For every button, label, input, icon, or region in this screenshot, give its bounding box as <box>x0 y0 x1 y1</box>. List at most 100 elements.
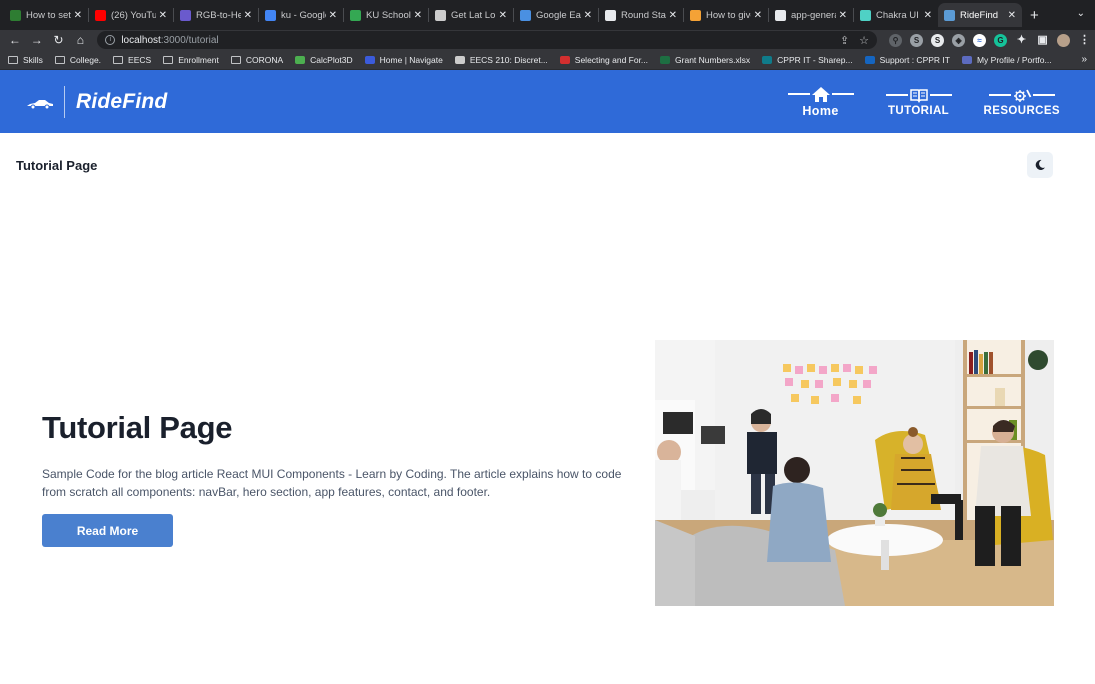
extension-wave-icon[interactable]: ≈ <box>973 33 987 47</box>
app-header: RideFind Home TUTORIAL RESOURCES <box>0 70 1095 133</box>
extension-grammarly-icon[interactable]: G <box>994 33 1008 47</box>
tab-close-icon[interactable]: ✕ <box>159 10 167 21</box>
main-nav: Home TUTORIAL RESOURCES <box>787 85 1060 118</box>
nav-resources[interactable]: RESOURCES <box>984 86 1060 117</box>
bookmark-item[interactable]: My Profile / Portfo... <box>961 54 1052 65</box>
bookmark-favicon-icon <box>454 55 465 64</box>
bookmark-item[interactable]: EECS 210: Discret... <box>454 55 548 65</box>
browser-tab[interactable]: Chakra UI | ✕ <box>854 3 938 27</box>
bookmark-item[interactable]: Support : CPPR IT <box>864 55 950 65</box>
tab-close-icon[interactable]: ✕ <box>244 10 252 21</box>
folder-icon <box>8 55 18 64</box>
tab-close-icon[interactable]: ✕ <box>329 10 337 21</box>
tab-label: Chakra UI | <box>876 9 921 21</box>
tab-favicon-icon <box>944 9 955 21</box>
bookmark-star-icon[interactable]: ☆ <box>859 34 869 47</box>
extension-icons: ⚲ S S ◈ ≈ G ✦ ▣ ⋮ <box>889 33 1091 47</box>
folder-icon <box>54 55 65 64</box>
tab-label: RGB-to-Hex <box>196 9 241 21</box>
bookmark-item[interactable]: Enrollment <box>163 55 219 65</box>
browser-tab[interactable]: How to set ✕ <box>4 3 88 27</box>
site-info-icon[interactable]: i <box>105 35 116 45</box>
browser-tab[interactable]: app-generator✕ <box>769 3 853 27</box>
profile-avatar[interactable] <box>1057 33 1071 47</box>
home-browser-icon[interactable]: ⌂ <box>69 33 91 47</box>
nav-tutorial[interactable]: TUTORIAL <box>885 86 952 117</box>
bookmark-favicon-icon <box>762 55 773 64</box>
tab-label: Round Stack <box>621 9 666 21</box>
hero-title: Tutorial Page <box>42 410 233 445</box>
bookmark-item[interactable]: CalcPlot3D <box>295 55 353 65</box>
browser-tab[interactable]: How to give✕ <box>684 3 768 27</box>
page-bar: Tutorial Page <box>0 133 1095 197</box>
extensions-puzzle-icon[interactable]: ✦ <box>1015 34 1028 47</box>
tab-close-icon[interactable]: ✕ <box>839 10 847 21</box>
forward-icon[interactable]: → <box>26 33 48 47</box>
tab-close-icon[interactable]: ✕ <box>754 10 762 21</box>
bookmark-label: CPPR IT - Sharep... <box>777 54 853 65</box>
browser-tab[interactable]: (26) YouTube✕ <box>89 3 173 27</box>
nav-home[interactable]: Home <box>787 85 854 118</box>
browser-tab[interactable]: Round Stack✕ <box>599 3 683 27</box>
tab-close-icon[interactable]: ✕ <box>74 10 82 21</box>
share-icon[interactable]: ⇪ <box>840 34 849 47</box>
browser-tab[interactable]: KU School ✕ <box>344 3 428 27</box>
nav-line <box>831 93 854 95</box>
tab-close-icon[interactable]: ✕ <box>414 10 422 21</box>
tab-favicon-icon <box>350 9 361 21</box>
nav-line <box>787 93 810 95</box>
tab-close-icon[interactable]: ✕ <box>1008 10 1016 21</box>
tab-close-icon[interactable]: ✕ <box>499 10 507 21</box>
bookmark-label: Selecting and For... <box>574 54 649 65</box>
tab-favicon-icon <box>520 9 531 21</box>
browser-tab[interactable]: Google Earth✕ <box>514 3 598 27</box>
extension-s-icon[interactable]: S <box>910 33 924 47</box>
hero-section: Tutorial Page Sample Code for the blog a… <box>0 340 1095 606</box>
tab-favicon-icon <box>265 9 276 21</box>
browser-tab[interactable]: ku - Google ✕ <box>259 3 343 27</box>
tab-favicon-icon <box>435 9 446 21</box>
hero-description: Sample Code for the blog article React M… <box>42 467 622 499</box>
bookmark-item[interactable]: Grant Numbers.xlsx <box>660 55 750 65</box>
tab-close-icon[interactable]: ✕ <box>669 10 677 21</box>
bookmark-item[interactable]: CORONA <box>230 55 283 65</box>
reload-icon[interactable]: ↻ <box>48 33 70 47</box>
tab-close-icon[interactable]: ✕ <box>584 10 592 21</box>
url-path: :3000/tutorial <box>160 34 219 46</box>
tab-label: KU School <box>366 9 411 21</box>
tab-label: RideFind <box>960 9 999 21</box>
bookmark-item[interactable]: CPPR IT - Sharep... <box>762 54 853 65</box>
bookmark-favicon-icon <box>364 55 375 64</box>
extension-link-icon[interactable]: ⚲ <box>889 33 903 47</box>
extension-s2-icon[interactable]: S <box>931 33 945 47</box>
read-more-button[interactable]: Read More <box>42 514 173 547</box>
extension-shield-icon[interactable]: ◈ <box>952 33 966 47</box>
home-icon <box>810 85 832 103</box>
bookmark-item[interactable]: Selecting and For... <box>559 54 649 65</box>
side-panel-icon[interactable]: ▣ <box>1036 34 1049 47</box>
new-tab-button[interactable]: + <box>1030 7 1039 24</box>
browser-tab[interactable]: Get Lat Lon✕ <box>429 3 513 27</box>
browser-tab[interactable]: RGB-to-Hex✕ <box>174 3 258 27</box>
bookmark-favicon-icon <box>864 55 875 64</box>
tab-close-icon[interactable]: ✕ <box>924 10 932 21</box>
bookmarks-bar: Skills College. EECS Enrollment CORONA CalcPl… <box>0 50 1095 70</box>
bookmarks-overflow-icon[interactable]: » <box>1081 54 1087 65</box>
nav-home-label: Home <box>802 104 839 118</box>
bookmark-item[interactable]: College. <box>54 55 101 65</box>
brand-name[interactable]: RideFind <box>76 90 167 114</box>
back-icon[interactable]: ← <box>4 33 26 47</box>
tab-favicon-icon <box>690 9 701 21</box>
tab-favicon-icon <box>860 9 871 21</box>
theme-toggle-button[interactable] <box>1027 152 1053 178</box>
bookmark-favicon-icon <box>559 55 570 64</box>
browser-menu-icon[interactable]: ⋮ <box>1078 34 1091 47</box>
address-bar[interactable]: i localhost:3000/tutorial ⇪ ☆ <box>97 31 878 49</box>
tab-search-icon[interactable]: ⌄ <box>1077 8 1085 19</box>
bookmark-item[interactable]: Skills <box>8 55 43 65</box>
bookmark-item[interactable]: Home | Navigate <box>364 55 443 65</box>
bookmark-item[interactable]: EECS <box>113 55 151 65</box>
browser-tab[interactable]: RideFind ✕ <box>938 3 1022 27</box>
car-logo-icon[interactable] <box>26 97 54 109</box>
bookmark-label: My Profile / Portfo... <box>976 54 1052 65</box>
